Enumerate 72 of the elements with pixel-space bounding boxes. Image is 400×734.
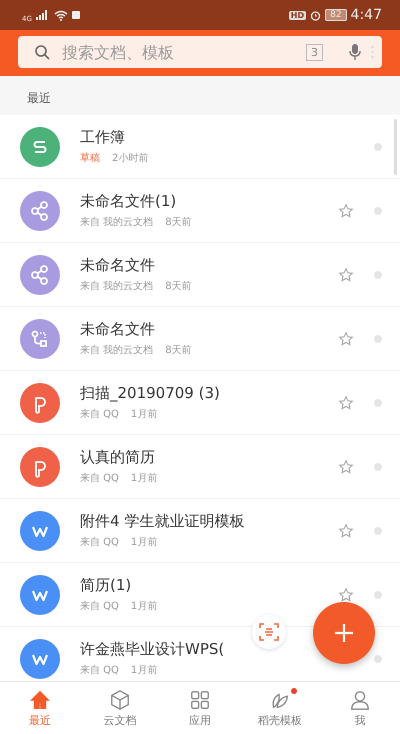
star-icon[interactable]: [338, 330, 354, 346]
file-item[interactable]: 扫描_20190709 (3) 来自 QQ 1月前: [0, 371, 400, 435]
star-icon[interactable]: [338, 458, 354, 474]
star-icon[interactable]: [338, 266, 354, 282]
dot-icon[interactable]: [374, 270, 382, 278]
signal-icon: [36, 10, 50, 20]
clock: 4:47: [350, 7, 382, 23]
dot-icon[interactable]: [374, 654, 382, 662]
file-item[interactable]: 认真的简历 来自 QQ 1月前: [0, 435, 400, 499]
file-time: 8天前: [165, 280, 192, 293]
star-icon[interactable]: [338, 522, 354, 538]
file-name: 认真的简历: [80, 448, 156, 467]
microphone-icon[interactable]: [349, 43, 361, 61]
grid-icon: [189, 688, 211, 710]
file-name: 扫描_20190709 (3): [80, 384, 221, 403]
file-time: 2小时前: [112, 152, 148, 165]
file-time: 1月前: [130, 600, 158, 613]
notification-icon: [72, 11, 80, 19]
battery-level: 82: [325, 9, 347, 21]
nav-tab[interactable]: 我: [320, 682, 400, 734]
file-time: 8天前: [165, 344, 192, 357]
scan-button[interactable]: [252, 615, 286, 649]
file-source: 来自 QQ: [80, 536, 119, 549]
dot-icon[interactable]: [374, 526, 382, 534]
file-source: 来自 我的云文档: [80, 216, 154, 229]
file-source: 来自 QQ: [80, 664, 119, 677]
draft-tag: 草稿: [80, 151, 100, 165]
file-name: 未命名文件: [80, 320, 156, 339]
file-source: 来自 QQ: [80, 472, 119, 485]
dot-icon[interactable]: [374, 206, 382, 214]
file-name: 附件4 学生就业证明模板: [80, 512, 246, 531]
dot-icon[interactable]: [374, 142, 382, 150]
dot-icon[interactable]: [374, 398, 382, 406]
file-time: 1月前: [130, 536, 158, 549]
file-source: 来自 我的云文档: [80, 344, 154, 357]
hd-badge: HD: [288, 10, 306, 20]
cube-icon: [109, 688, 131, 710]
section-title: 最近: [27, 91, 51, 105]
file-time: 8天前: [165, 216, 192, 229]
file-name: 工作簿: [80, 128, 126, 147]
nav-tab[interactable]: 应用: [160, 682, 240, 734]
dot-icon[interactable]: [374, 334, 382, 342]
file-time: 1月前: [130, 472, 158, 485]
star-icon[interactable]: [338, 202, 354, 218]
file-source: 来自 我的云文档: [80, 280, 154, 293]
file-time: 1月前: [130, 408, 158, 421]
person-icon: [349, 688, 371, 710]
wifi-icon: [54, 10, 68, 20]
home-icon: [29, 688, 51, 710]
add-button[interactable]: [313, 602, 375, 664]
dot-icon[interactable]: [374, 462, 382, 470]
star-icon[interactable]: [338, 586, 354, 602]
search-icon: [34, 44, 50, 60]
file-item[interactable]: 工作簿 草稿 2小时前: [0, 115, 400, 179]
nav-tab[interactable]: 稻壳模板: [240, 682, 320, 734]
file-item[interactable]: 附件4 学生就业证明模板 来自 QQ 1月前: [0, 499, 400, 563]
file-time: 1月前: [130, 664, 158, 677]
star-icon[interactable]: [338, 394, 354, 410]
alarm-icon: [310, 10, 322, 20]
file-item[interactable]: 未命名文件 来自 我的云文档 8天前: [0, 307, 400, 371]
nav-tab[interactable]: 云文档: [80, 682, 160, 734]
file-name: 未命名文件(1): [80, 192, 178, 211]
file-name: 简历(1): [80, 576, 132, 595]
file-name: 许金燕毕业设计WPS(: [80, 640, 226, 659]
file-item[interactable]: 未命名文件 来自 我的云文档 8天前: [0, 243, 400, 307]
file-source: 来自 QQ: [80, 408, 119, 421]
plus-icon: [334, 623, 354, 643]
file-item[interactable]: 未命名文件(1) 来自 我的云文档 8天前: [0, 179, 400, 243]
scan-icon: [259, 623, 279, 641]
file-name: 未命名文件: [80, 256, 156, 275]
file-source: 来自 QQ: [80, 600, 119, 613]
dot-icon[interactable]: [374, 590, 382, 598]
